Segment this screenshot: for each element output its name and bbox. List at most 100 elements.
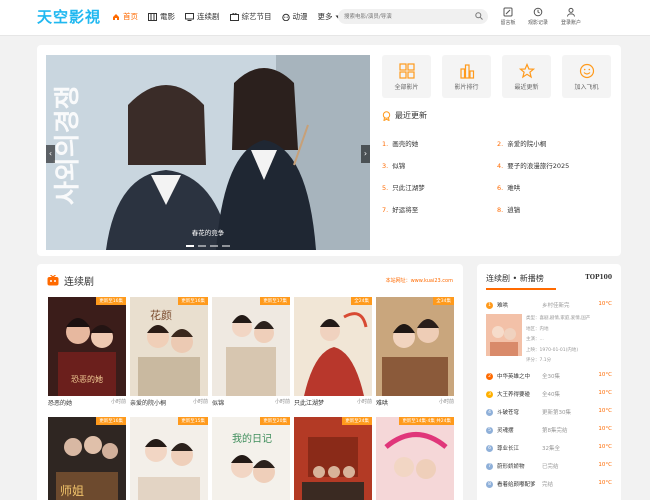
ranking-row[interactable]: 8 看着给颜嘟配爹 完结 10°C xyxy=(486,480,612,488)
slide-caption: 春花的竞争 xyxy=(191,229,225,237)
poster-image xyxy=(376,297,454,396)
episode-badge: 更新至24集 xyxy=(342,417,372,425)
item-title: 好运将至 xyxy=(392,206,419,214)
video-poster[interactable]: 更新至24集 xyxy=(294,417,372,500)
chevron-left-icon: ‹ xyxy=(48,149,53,158)
nav-home[interactable]: 首页 xyxy=(112,11,138,22)
nav-label: 電影 xyxy=(160,12,175,21)
rank-heat: 10°C xyxy=(598,426,612,432)
recent-item[interactable]: 7. 好运将至 xyxy=(382,204,418,214)
rank-number: 4 xyxy=(486,409,493,416)
film-icon xyxy=(148,12,157,21)
rank-number: 2 xyxy=(486,373,493,380)
series-section: 连续剧 本站网址：www.kuai23.com 恐恶的她 更新至16集 恐恶的她… xyxy=(37,264,463,500)
video-title[interactable]: 难哄 xyxy=(376,398,388,407)
tv-icon xyxy=(185,12,194,21)
history-button[interactable]: 观影记录 xyxy=(523,7,553,26)
rank-heat: 10°C xyxy=(598,408,612,414)
top-header: 天空影視 首页 電影 连续剧 综艺节目 动漫 更多 留言 xyxy=(0,0,650,36)
quick-link-ranking[interactable]: 影片排行 xyxy=(442,55,491,98)
video-poster[interactable]: 师姐 更新至16集 xyxy=(48,417,126,500)
video-title[interactable]: 亲爱的院小桐 xyxy=(130,398,166,407)
recent-item[interactable]: 4. 要子的浪漫旅行2025 xyxy=(497,160,569,170)
poster-image: 花颜 xyxy=(130,297,208,396)
ranking-row[interactable]: 4 斗破苍穹 更新第30集 10°C xyxy=(486,408,612,416)
guestbook-button[interactable]: 留言板 xyxy=(493,7,523,26)
site-logo[interactable]: 天空影視 xyxy=(37,6,101,27)
rank-number: 3 xyxy=(486,391,493,398)
next-slide-button[interactable]: › xyxy=(361,145,370,163)
detail-line: 地区：内地 xyxy=(526,326,549,332)
recent-item[interactable]: 5. 只此江湖梦 xyxy=(382,182,425,192)
rank-number: 6 xyxy=(486,445,493,452)
video-poster[interactable]: 全24集 xyxy=(294,297,372,396)
video-title[interactable]: 恐恶的她 xyxy=(48,398,72,407)
slide-dot[interactable] xyxy=(222,245,230,247)
login-button[interactable]: 登录账户 xyxy=(556,7,586,26)
rank-number: 5 xyxy=(486,427,493,434)
slide-dot[interactable] xyxy=(210,245,218,247)
rank-extra: 完结 xyxy=(542,482,554,488)
series-icon xyxy=(47,275,59,286)
quick-link-all[interactable]: 全部影片 xyxy=(382,55,431,98)
nav-series[interactable]: 连续剧 xyxy=(185,11,220,22)
recent-item[interactable]: 1. 画壳的她 xyxy=(382,138,418,148)
quick-link-telegram[interactable]: 加入飞机 xyxy=(562,55,611,98)
ranking-row[interactable]: 5 灵魂摆 第8集完结 10°C xyxy=(486,426,612,434)
medal-icon xyxy=(382,110,391,121)
slide-dot[interactable] xyxy=(186,245,194,247)
rank-extra: 更新第30集 xyxy=(542,410,571,416)
nav-variety[interactable]: 综艺节目 xyxy=(229,11,272,22)
ranking-row[interactable]: 7 蔚形娇娇物 已完结 10°C xyxy=(486,462,612,470)
recent-item[interactable]: 3. 似锦 xyxy=(382,160,405,170)
rank-title: 尊业长江 xyxy=(497,446,520,452)
rank-title: 中华英雄之中 xyxy=(497,374,531,380)
poster-image: 师姐 xyxy=(48,417,126,500)
nav-movies[interactable]: 電影 xyxy=(148,11,175,22)
banner-slider[interactable]: 사외의경쟁 ‹ › 春花的竞争 xyxy=(46,55,370,250)
video-title[interactable]: 似锦 xyxy=(212,398,224,407)
nav-anime[interactable]: 动漫 xyxy=(281,11,308,22)
slide-dot[interactable] xyxy=(198,245,206,247)
quick-link-recent[interactable]: 最近更新 xyxy=(502,55,551,98)
ranking-top-label[interactable]: TOP100 xyxy=(585,274,612,281)
svg-text:师姐: 师姐 xyxy=(60,484,84,498)
video-poster[interactable]: 全34集 xyxy=(376,297,454,396)
detail-poster[interactable] xyxy=(486,314,522,356)
item-number: 5. xyxy=(382,184,389,192)
search-icon[interactable] xyxy=(475,12,483,20)
poster-image xyxy=(212,297,290,396)
rank-extra: 已完结 xyxy=(542,464,559,470)
search-input[interactable] xyxy=(344,11,464,22)
variety-icon xyxy=(229,12,239,21)
ranking-row[interactable]: 3 大王养得要碰 全40集 10°C xyxy=(486,390,612,398)
detail-info: 类型：喜剧,剧情,家庭,爱情,国产 地区：内地 主演：... 上映：1970-0… xyxy=(526,314,590,367)
update-time: 小时前 xyxy=(438,399,454,405)
video-poster[interactable]: 恐恶的她 更新至16集 xyxy=(48,297,126,396)
video-title[interactable]: 只此江湖梦 xyxy=(294,398,324,407)
video-poster[interactable]: 更新至15集 xyxy=(130,417,208,500)
video-poster[interactable]: 更新至14集·4集 共24集 xyxy=(376,417,454,500)
recent-item[interactable]: 8. 逍镐 xyxy=(497,204,520,214)
ranking-row[interactable]: 6 尊业长江 32集全 10°C xyxy=(486,444,612,452)
recent-item[interactable]: 2. 亲爱的院小桐 xyxy=(497,138,546,148)
poster-image xyxy=(294,417,372,500)
section-title: 连续剧 xyxy=(64,277,94,288)
chevron-right-icon: › xyxy=(363,149,368,158)
item-number: 7. xyxy=(382,206,389,214)
ranking-row[interactable]: 1 难哄 乡村佳新完 10°C xyxy=(486,301,612,309)
rank-number: 8 xyxy=(486,481,493,488)
rank-heat: 10°C xyxy=(598,390,612,396)
video-poster[interactable]: 我的日记 更新至20集 xyxy=(212,417,290,500)
item-title: 亲爱的院小桐 xyxy=(507,140,547,148)
video-poster[interactable]: 花颜 更新至16集 xyxy=(130,297,208,396)
poster-image xyxy=(294,297,372,396)
episode-badge: 更新至17集 xyxy=(260,297,290,305)
recent-item[interactable]: 6. 难哄 xyxy=(497,182,520,192)
slide-dots xyxy=(186,245,234,247)
video-poster[interactable]: 更新至17集 xyxy=(212,297,290,396)
ranking-row[interactable]: 2 中华英雄之中 全30集 10°C xyxy=(486,372,612,380)
prev-slide-button[interactable]: ‹ xyxy=(46,145,55,163)
poster-image xyxy=(376,417,454,500)
update-time: 小时前 xyxy=(274,399,290,405)
